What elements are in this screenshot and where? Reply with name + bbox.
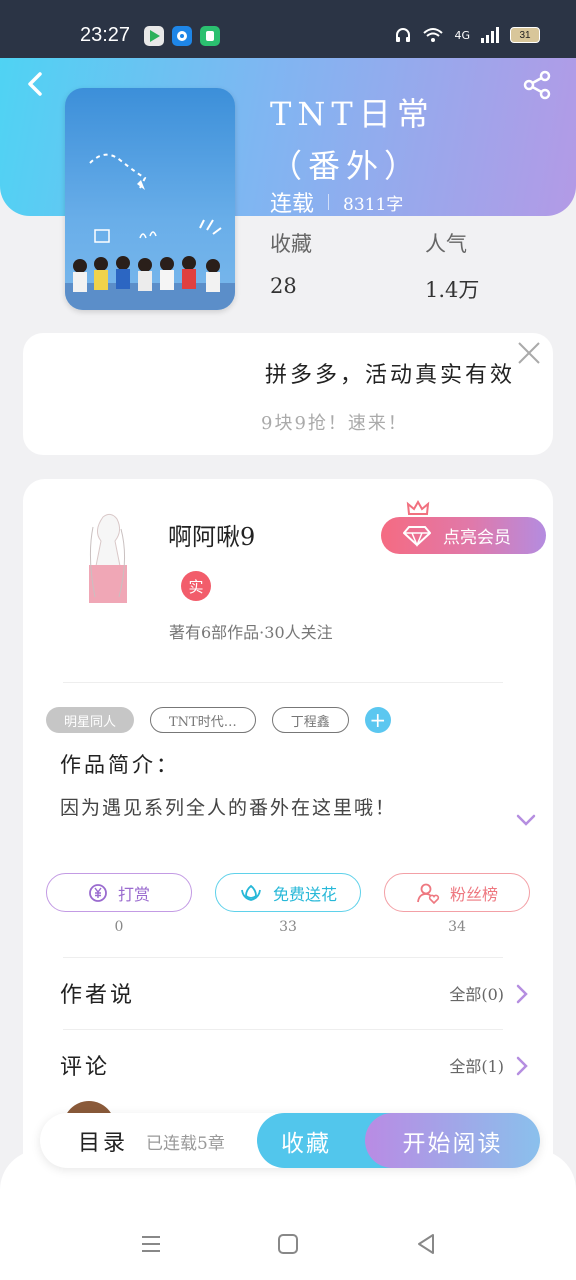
battery-icon: 31 bbox=[510, 27, 540, 43]
menu-icon[interactable] bbox=[139, 1232, 163, 1256]
tag-chip[interactable]: TNT时代… bbox=[150, 707, 256, 733]
author-says-row[interactable]: 作者说 全部(0) bbox=[60, 975, 530, 1015]
tag-chip[interactable]: 明星同人 bbox=[46, 707, 135, 733]
status-bar: 23:27 4G 31 bbox=[0, 0, 576, 58]
ad-title: 拼多多，活动真实有效 bbox=[265, 363, 516, 388]
intro-text: 因为遇见系列全人的番外在这里哦！ bbox=[60, 797, 397, 819]
yen-coin-icon bbox=[89, 883, 107, 902]
flower-icon bbox=[241, 884, 261, 901]
back-icon[interactable] bbox=[20, 68, 52, 100]
tag-chip[interactable]: 丁程鑫 bbox=[271, 707, 349, 733]
ad-subtitle: 9块9抢！速来！ bbox=[261, 413, 408, 434]
book-cover-illustration bbox=[65, 153, 235, 310]
book-word-count: 8311字 bbox=[343, 194, 404, 215]
tip-count: 0 bbox=[114, 919, 124, 935]
comments-row[interactable]: 评论 全部(1) bbox=[60, 1047, 530, 1087]
status-time: 23:27 bbox=[80, 24, 131, 46]
app-notification-icon bbox=[172, 26, 192, 46]
status-right: 4G 31 bbox=[394, 26, 540, 44]
close-icon[interactable] bbox=[517, 341, 541, 365]
flower-count: 33 bbox=[279, 919, 297, 935]
favorites-stat: 收藏 28 bbox=[270, 228, 312, 298]
favorites-value: 28 bbox=[270, 274, 297, 298]
headphones-icon bbox=[396, 28, 411, 42]
book-serial-status: 连载 bbox=[270, 192, 315, 217]
fan-count: 34 bbox=[448, 919, 466, 935]
fan-ranking-label: 粉丝榜 bbox=[449, 884, 498, 904]
tag-list: 明星同人 TNT时代… 丁程鑫 + bbox=[46, 707, 391, 733]
book-status-row: 连载 8311字 bbox=[270, 186, 403, 218]
add-tag-icon[interactable]: + bbox=[364, 707, 391, 733]
back-triangle-icon[interactable] bbox=[414, 1232, 438, 1256]
ad-banner[interactable]: 拼多多，活动真实有效 9块9抢！速来！ bbox=[23, 333, 553, 455]
author-meta: 著有6部作品·30人关注 bbox=[169, 623, 333, 642]
favorites-label: 收藏 bbox=[270, 232, 312, 256]
divider bbox=[63, 1029, 503, 1030]
table-of-contents-button[interactable]: 目录 bbox=[78, 1125, 128, 1157]
author-avatar[interactable] bbox=[63, 507, 153, 607]
signal-icon bbox=[481, 27, 499, 43]
comments-all: 全部(1) bbox=[449, 1057, 504, 1076]
app-notification-icon bbox=[144, 26, 164, 46]
user-heart-icon bbox=[417, 883, 440, 904]
fan-ranking-button[interactable]: 粉丝榜 bbox=[384, 873, 530, 912]
book-detail-card: 啊阿啾9 实 著有6部作品·30人关注 点亮会员 明星同人 TNT时代… 丁程鑫… bbox=[23, 479, 553, 1219]
status-separator bbox=[328, 194, 330, 210]
chevron-right-icon bbox=[516, 1056, 528, 1076]
divider bbox=[63, 682, 503, 683]
popularity-stat: 人气 1.4万 bbox=[425, 228, 479, 304]
popularity-value: 1.4万 bbox=[425, 278, 480, 302]
divider bbox=[63, 957, 503, 958]
send-flower-label: 免费送花 bbox=[272, 884, 337, 904]
tip-button[interactable]: 打赏 bbox=[46, 873, 192, 912]
book-title: TNT日常（番外） bbox=[270, 95, 435, 185]
home-icon[interactable] bbox=[276, 1232, 300, 1256]
network-type: 4G bbox=[454, 28, 470, 42]
tip-label: 打赏 bbox=[117, 884, 150, 904]
wifi-icon bbox=[423, 28, 444, 42]
activate-vip-button[interactable]: 点亮会员 bbox=[381, 517, 546, 554]
author-name[interactable]: 啊阿啾9 bbox=[168, 517, 255, 552]
book-cover[interactable] bbox=[65, 88, 235, 310]
app-notification-icon bbox=[200, 26, 220, 46]
serialized-chapters: 已连载5章 bbox=[146, 1134, 225, 1154]
vip-button-label: 点亮会员 bbox=[443, 528, 511, 548]
diamond-icon bbox=[403, 526, 431, 547]
chevron-down-icon[interactable] bbox=[515, 809, 537, 831]
send-flower-button[interactable]: 免费送花 bbox=[215, 873, 361, 912]
system-navigation-bar bbox=[0, 1210, 576, 1280]
verified-badge: 实 bbox=[181, 571, 211, 601]
author-says-all: 全部(0) bbox=[449, 985, 504, 1004]
share-icon[interactable] bbox=[520, 68, 554, 102]
start-reading-button[interactable]: 开始阅读 bbox=[365, 1113, 540, 1168]
popularity-label: 人气 bbox=[425, 232, 467, 256]
crown-icon bbox=[406, 499, 430, 515]
bottom-action-bar: 目录 已连载5章 收藏 开始阅读 bbox=[40, 1113, 540, 1168]
chevron-right-icon bbox=[516, 984, 528, 1004]
author-says-label: 作者说 bbox=[60, 983, 136, 1008]
intro-label: 作品简介： bbox=[60, 753, 180, 777]
comments-label: 评论 bbox=[60, 1055, 111, 1080]
